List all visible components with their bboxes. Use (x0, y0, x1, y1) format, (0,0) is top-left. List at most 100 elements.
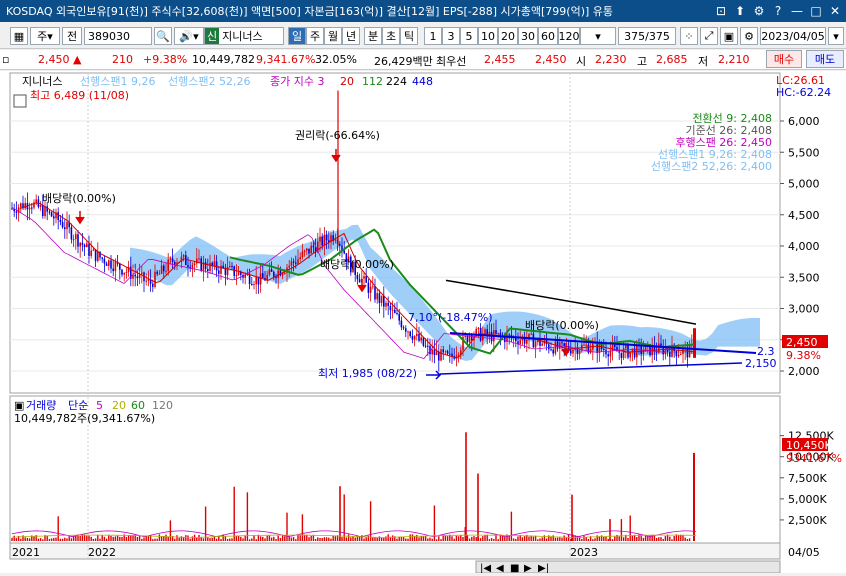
interval-120[interactable]: 120 (558, 27, 580, 45)
rights-drop-label: 권리락(-66.64%) (295, 129, 380, 142)
volume-bar (114, 536, 117, 541)
interval-1[interactable]: 1 (424, 27, 442, 45)
period-day[interactable]: 일 (288, 27, 306, 45)
interval-3[interactable]: 3 (442, 27, 460, 45)
scroll-last-icon[interactable]: ▶| (538, 563, 549, 574)
calendar-icon-small[interactable] (13, 94, 27, 108)
minimize-icon[interactable]: — (789, 3, 805, 19)
page-count[interactable]: 375/375 (618, 27, 676, 45)
settings-icon[interactable]: ⚙ (751, 3, 767, 19)
scroll-stop-icon[interactable]: ■ (510, 563, 519, 574)
candle-body (121, 269, 123, 275)
stock-name: 지니너스 (222, 30, 263, 43)
speaker-icon[interactable]: 🔊▾ (174, 27, 204, 45)
candle-body (677, 354, 680, 357)
candle-body (642, 351, 645, 354)
volume-bar (105, 538, 108, 541)
volume-bar (196, 537, 198, 541)
volume-bar (603, 536, 605, 541)
volume-bar (66, 538, 68, 541)
candle-body (299, 257, 301, 260)
interval-5[interactable]: 5 (460, 27, 478, 45)
ju-label: 주 (37, 30, 48, 43)
interval-30[interactable]: 30 (518, 27, 538, 45)
volume-bar (130, 535, 132, 541)
volume-bar (352, 536, 354, 541)
candle-body (75, 234, 77, 240)
scroll-first-icon[interactable]: |◀ (480, 563, 491, 574)
expand-icon[interactable]: ▫ (2, 53, 9, 66)
current-price-value: 2,450 (786, 336, 818, 349)
candle-body (61, 222, 64, 228)
ju-select[interactable]: 주 ▾ (30, 27, 60, 45)
volume-bar (684, 537, 686, 541)
candle-body (200, 258, 202, 271)
candle-body (288, 265, 290, 268)
period-year[interactable]: 년 (342, 27, 360, 45)
save-icon[interactable]: ▣ (720, 27, 738, 45)
period-month[interactable]: 월 (324, 27, 342, 45)
volume-bar (493, 539, 495, 541)
volume-bar (365, 537, 367, 541)
volume-bar (596, 535, 598, 541)
last-candle (693, 328, 696, 358)
price-chart-svg[interactable]: 지니너스 선행스팬1 9,26 선행스팬2 52,26 종가 지수 3 20 1… (0, 71, 846, 574)
sell-button[interactable]: 매도 (806, 50, 844, 68)
candle-body (420, 337, 422, 341)
interval-60[interactable]: 60 (538, 27, 558, 45)
buy-button[interactable]: 매수 (766, 50, 802, 68)
volume-bar (515, 538, 517, 541)
volume-bar (141, 538, 143, 541)
interval-dropdown[interactable]: ▾ (580, 27, 616, 45)
volume-bar (658, 537, 660, 541)
period-second[interactable]: 초 (382, 27, 400, 45)
grid-icon[interactable]: ▦ (10, 27, 28, 45)
price-tick-label: 5,000 (788, 178, 820, 191)
candle-body (141, 272, 143, 275)
period-week[interactable]: 주 (306, 27, 324, 45)
volume-bar (473, 536, 475, 541)
volume-bar (251, 538, 253, 541)
candle-body (532, 333, 535, 348)
volume-bar (198, 534, 200, 541)
jeon-button[interactable]: 전 (62, 27, 82, 45)
low: 2,210 (718, 53, 750, 66)
candle-body (620, 352, 623, 358)
trend-icon[interactable]: ⤢ (700, 27, 718, 45)
candle-body (20, 203, 22, 208)
chart-area[interactable]: 지니너스 선행스팬1 9,26 선행스팬2 52,26 종가 지수 3 20 1… (0, 71, 846, 574)
gear-icon[interactable]: ⚙ (740, 27, 758, 45)
legend-span1: 선행스팬1 9,26 (80, 75, 155, 88)
volume-bar (253, 535, 255, 541)
interval-10[interactable]: 10 (478, 27, 498, 45)
volume-bar (402, 536, 405, 541)
help-icon[interactable]: ? (770, 3, 786, 19)
scroll-next-icon[interactable]: ▶ (524, 563, 532, 574)
interval-20[interactable]: 20 (498, 27, 518, 45)
candle-body (310, 245, 312, 254)
candle-body (477, 327, 480, 330)
restore-icon[interactable]: ⊡ (713, 3, 729, 19)
maximize-icon[interactable]: □ (808, 3, 824, 19)
pin-icon[interactable]: ⬆ (732, 3, 748, 19)
stock-name-box[interactable]: 신 지니너스 (204, 27, 284, 45)
price-tick-label: 3,000 (788, 303, 820, 316)
scroll-prev-icon[interactable]: ◀ (496, 563, 504, 574)
candle-body (398, 313, 400, 321)
volume-bar (264, 538, 266, 541)
code-input[interactable]: 389030 (84, 27, 152, 45)
candle-body (365, 276, 367, 283)
date-input[interactable]: 2023/04/05 (760, 27, 826, 45)
candle-body (281, 273, 284, 276)
scroll-controls[interactable] (475, 560, 781, 574)
period-minute[interactable]: 분 (364, 27, 382, 45)
volume-bar (174, 538, 176, 541)
candle-body (319, 236, 321, 242)
calendar-icon[interactable]: ▾ (828, 27, 844, 45)
period-tick[interactable]: 틱 (400, 27, 418, 45)
volume-bar (369, 501, 372, 541)
crosshair-icon[interactable]: ⁘ (680, 27, 698, 45)
quote-bar: ▫ 2,450 ▲ 210 +9.38% 10,449,782 9,341.67… (0, 50, 846, 70)
search-icon[interactable]: 🔍 (154, 27, 172, 45)
close-icon[interactable]: ✕ (827, 3, 843, 19)
